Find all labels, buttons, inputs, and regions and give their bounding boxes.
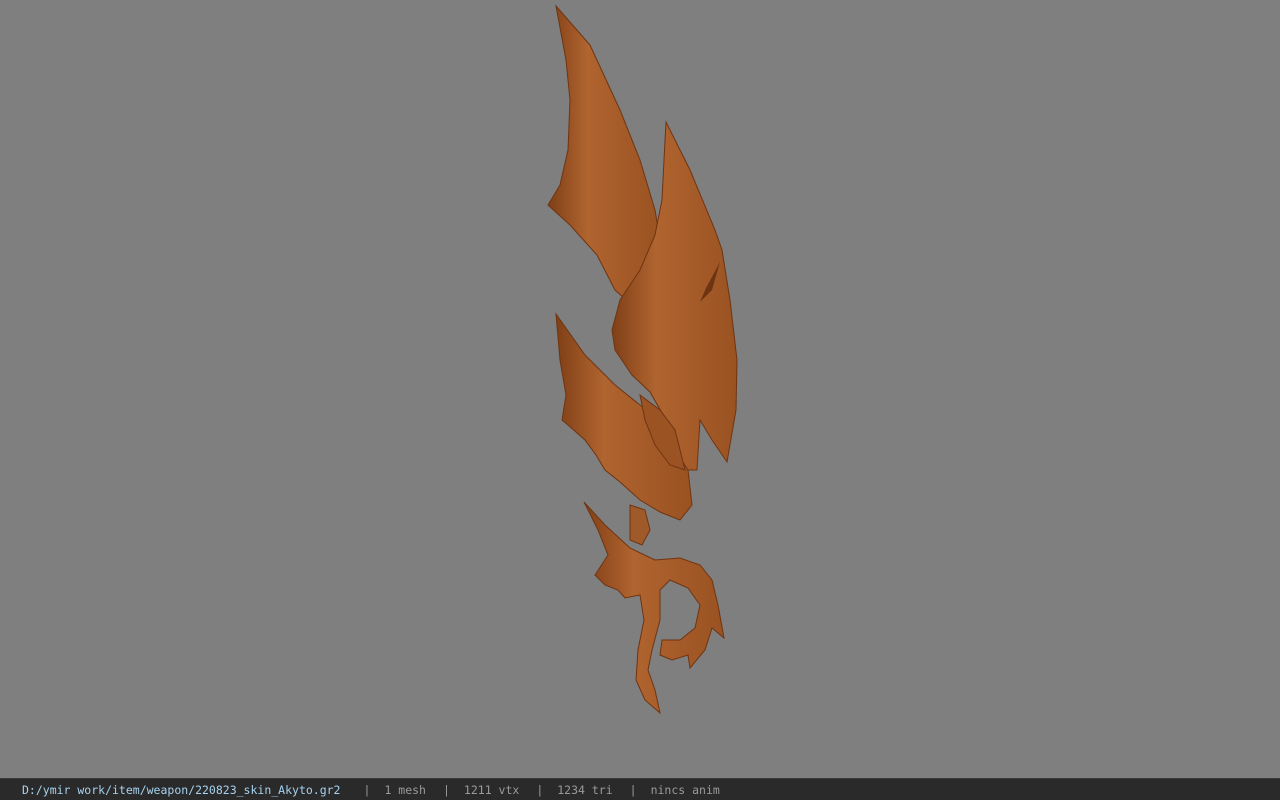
separator: | xyxy=(629,782,637,797)
file-path-label: D:/ymir work/item/weapon/220823_skin_Aky… xyxy=(22,782,341,797)
animation-status-label: nincs anim xyxy=(650,782,720,797)
triangle-count-label: 1234 tri xyxy=(557,782,613,797)
3d-viewport[interactable] xyxy=(0,0,1280,778)
handle-neck xyxy=(629,504,651,546)
vertex-count-label: 1211 vtx xyxy=(463,782,520,797)
weapon-model-render xyxy=(547,4,738,715)
blade-fin-upper-left xyxy=(547,4,661,306)
mesh-count-label: 1 mesh xyxy=(384,782,426,797)
separator: | xyxy=(536,782,544,797)
separator: | xyxy=(363,782,371,797)
handle-fin xyxy=(583,501,725,715)
status-bar: D:/ymir work/item/weapon/220823_skin_Aky… xyxy=(0,778,1280,800)
separator: | xyxy=(442,782,450,797)
